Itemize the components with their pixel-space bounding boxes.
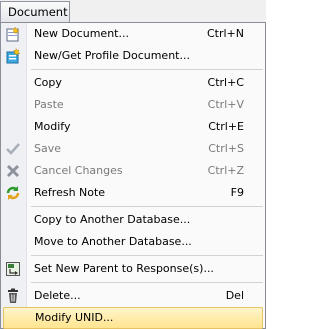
x-icon bbox=[6, 164, 20, 178]
menu-item-new-document[interactable]: New Document... Ctrl+N bbox=[1, 23, 265, 45]
menu-item-label: Delete... bbox=[34, 289, 81, 302]
trash-icon bbox=[8, 288, 18, 303]
menu-bar: Document bbox=[0, 0, 266, 22]
menu-item-shortcut: Ctrl+Z bbox=[207, 164, 244, 177]
menu-item-copy-to-another-database[interactable]: Copy to Another Database... bbox=[1, 209, 265, 231]
menu-item-label: Save bbox=[34, 142, 62, 155]
menu-item-shortcut: F9 bbox=[230, 186, 244, 199]
menu-item-move-to-another-database[interactable]: Move to Another Database... bbox=[1, 231, 265, 253]
menu-item-shortcut: Ctrl+C bbox=[207, 76, 244, 89]
menu-item-label: New Document... bbox=[34, 27, 129, 40]
menu-item-label: New/Get Profile Document... bbox=[34, 49, 190, 62]
menu-item-delete[interactable]: Delete... Del bbox=[1, 285, 265, 307]
menu-item-label: Cancel Changes bbox=[34, 164, 123, 177]
menu-item-label: Modify UNID... bbox=[35, 311, 114, 324]
menu-item-shortcut: Ctrl+E bbox=[208, 120, 244, 133]
new-document-icon bbox=[6, 26, 20, 42]
menu-item-new-get-profile-document[interactable]: New/Get Profile Document... bbox=[1, 45, 265, 67]
menu-item-shortcut: Del bbox=[225, 289, 244, 302]
menu-item-label: Paste bbox=[34, 98, 64, 111]
menu-item-label: Modify bbox=[34, 120, 71, 133]
menu-item-set-new-parent[interactable]: Set New Parent to Response(s)... bbox=[1, 258, 265, 280]
menu-item-save[interactable]: Save Ctrl+S bbox=[1, 138, 265, 160]
menu-item-modify-unid[interactable]: Modify UNID... bbox=[3, 307, 263, 329]
menu-item-shortcut: Ctrl+S bbox=[208, 142, 244, 155]
refresh-icon bbox=[6, 186, 20, 200]
menu-item-label: Copy to Another Database... bbox=[34, 213, 191, 226]
menu-document[interactable]: Document bbox=[0, 1, 70, 22]
menu-item-copy[interactable]: Copy Ctrl+C bbox=[1, 72, 265, 94]
menu-item-label: Copy bbox=[34, 76, 62, 89]
menu-item-refresh-note[interactable]: Refresh Note F9 bbox=[1, 182, 265, 204]
menu-item-modify[interactable]: Modify Ctrl+E bbox=[1, 116, 265, 138]
profile-document-icon bbox=[6, 48, 21, 64]
menu-item-label: Set New Parent to Response(s)... bbox=[34, 262, 214, 275]
menu-item-shortcut: Ctrl+N bbox=[206, 27, 244, 40]
menu-item-label: Move to Another Database... bbox=[34, 235, 192, 248]
menu-item-cancel-changes[interactable]: Cancel Changes Ctrl+Z bbox=[1, 160, 265, 182]
set-parent-icon bbox=[6, 262, 20, 276]
document-dropdown-menu: New Document... Ctrl+N New/Get Profile D… bbox=[0, 22, 266, 329]
menu-item-label: Refresh Note bbox=[34, 186, 106, 199]
menu-item-shortcut: Ctrl+V bbox=[207, 98, 244, 111]
checkmark-icon bbox=[6, 143, 20, 155]
menu-item-paste[interactable]: Paste Ctrl+V bbox=[1, 94, 265, 116]
